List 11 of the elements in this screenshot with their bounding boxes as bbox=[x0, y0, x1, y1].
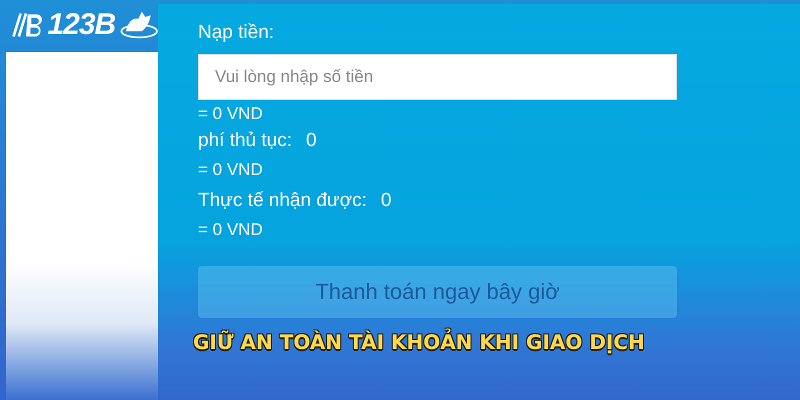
converted-amount: = 0 VND bbox=[198, 160, 264, 180]
amount-input[interactable]: Vui lòng nhập số tiền bbox=[198, 54, 677, 100]
converted-amount: = 0 VND bbox=[198, 104, 264, 124]
fee-label: phí thủ tục: bbox=[198, 130, 292, 152]
fee-value: 0 bbox=[306, 130, 317, 152]
deposit-label: Nạp tiền: bbox=[198, 22, 276, 44]
caption: GIỮ AN TOÀN TÀI KHOẢN KHI GIAO DỊCH bbox=[193, 330, 645, 354]
logo-text: 123B bbox=[47, 8, 116, 42]
fee-label: Thực tế nhận được: bbox=[198, 190, 367, 212]
converted-amount: = 0 VND bbox=[198, 220, 264, 240]
fee-value: 0 bbox=[380, 190, 392, 212]
